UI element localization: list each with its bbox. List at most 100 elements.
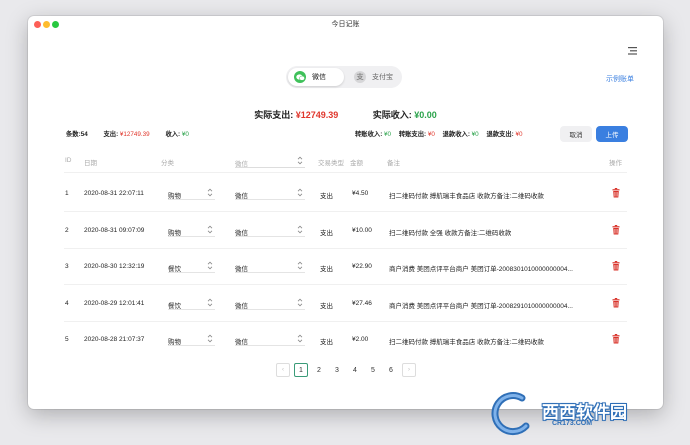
actual-income: 实际收入: ¥0.00: [372, 110, 437, 120]
header-category: 分类: [161, 160, 174, 167]
delete-icon[interactable]: [612, 334, 620, 344]
row-note: 扫二维码付款 搏航瑞丰食品店 收款方备注:二维码收款: [389, 339, 544, 346]
stat-transfer-in: 转账收入: ¥0: [355, 131, 392, 138]
account-filter-select[interactable]: 微信: [235, 154, 305, 168]
row-category: 餐饮: [168, 266, 181, 273]
row-id: 1: [65, 190, 69, 197]
row-id: 4: [65, 299, 69, 307]
actual-expense: 实际支出: ¥12749.39: [254, 110, 339, 120]
row-amount: ¥22.90: [352, 263, 372, 270]
row-category-select[interactable]: 购物: [168, 186, 215, 200]
window-title: 今日记账: [331, 21, 360, 28]
row-id: 5: [65, 336, 69, 343]
tab-wechat[interactable]: 微信: [288, 68, 344, 86]
row-divider: [64, 247, 627, 249]
stat-refund-out: 退款支出: ¥0: [486, 131, 523, 138]
row-amount: ¥4.50: [352, 190, 369, 197]
row-date: 2020-08-31 09:07:09: [84, 226, 145, 234]
row-date: 2020-08-28 21:07:37: [84, 336, 145, 343]
chevron-updown-icon: [297, 188, 303, 199]
row-account-select[interactable]: 微信: [235, 259, 305, 273]
row-account-select[interactable]: 微信: [235, 296, 305, 310]
page-6-button[interactable]: 6: [384, 363, 398, 377]
stat-income: 收入: ¥0: [165, 131, 189, 138]
header-divider: [64, 172, 627, 173]
summary-totals: 实际支出: ¥12749.39 实际收入: ¥0.00: [28, 108, 663, 121]
header-note: 备注: [387, 160, 400, 167]
table-row: 5 2020-08-28 21:07:37 购物 微信 支出 ¥2.00 扫二维码付款 搏航…: [28, 330, 663, 348]
row-account: 微信: [235, 266, 248, 273]
chevron-updown-icon: [207, 188, 213, 199]
row-account-select[interactable]: 微信: [235, 332, 305, 346]
row-category-select[interactable]: 购物: [168, 223, 215, 237]
tab-alipay[interactable]: 支 支付宝: [348, 68, 400, 86]
chevron-updown-icon: [297, 156, 303, 167]
row-type: 支出: [320, 229, 333, 237]
prev-page-button[interactable]: ‹: [276, 363, 290, 377]
watermark-sub: CR173.COM: [552, 420, 593, 427]
next-page-button[interactable]: ›: [402, 363, 416, 377]
row-type: 支出: [320, 266, 333, 273]
row-account-select[interactable]: 微信: [235, 186, 305, 200]
row-account: 微信: [235, 193, 248, 200]
stat-expense: 支出: ¥12749.39: [103, 131, 150, 138]
row-account: 微信: [235, 339, 248, 346]
table-header: ID 日期 分类 微信 交易类型 金额 备注 操作: [28, 154, 663, 168]
row-category-select[interactable]: 餐饮: [168, 259, 215, 273]
row-type: 支出: [320, 302, 333, 310]
row-id: 2: [65, 226, 69, 234]
delete-icon[interactable]: [612, 261, 620, 271]
menu-icon[interactable]: [628, 47, 637, 55]
row-category: 餐饮: [168, 302, 181, 310]
row-category: 购物: [168, 229, 181, 237]
table-row: 3 2020-08-30 12:32:19 餐饮 微信 支出 ¥22.90 商户消费 美团点…: [28, 257, 663, 275]
delete-icon[interactable]: [612, 188, 620, 198]
row-amount: ¥2.00: [352, 336, 369, 343]
stat-transfer-out: 转账支出: ¥0: [398, 131, 435, 138]
header-action: 操作: [609, 160, 622, 167]
table-row: 2 2020-08-31 09:07:09 购物 微信 支出 ¥10.00 扫二维码付款 全…: [28, 221, 663, 239]
watermark-c-icon: [491, 392, 530, 436]
header-date: 日期: [84, 160, 97, 167]
table-row: 4 2020-08-29 12:01:41 餐饮 微信 支出 ¥27.46 商户消费 美团点…: [28, 294, 663, 312]
delete-icon[interactable]: [612, 224, 620, 235]
row-divider: [64, 211, 627, 212]
chevron-updown-icon: [297, 225, 303, 236]
row-note: 扫二维码付款 全强 收款方备注:二维码收款: [389, 229, 512, 237]
header-id: ID: [65, 157, 72, 164]
row-note: 商户消费 美团点评平台商户 美团订单-2008301010000000004..…: [389, 266, 573, 273]
row-id: 3: [65, 263, 69, 270]
tab-alipay-label: 支付宝: [372, 74, 393, 81]
page-5-button[interactable]: 5: [366, 363, 380, 377]
page-4-button[interactable]: 4: [348, 363, 362, 377]
header-amount: 金额: [350, 160, 363, 167]
page-3-button[interactable]: 3: [330, 363, 344, 377]
row-note: 扫二维码付款 搏航瑞丰食品店 收款方备注:二维码收款: [389, 193, 544, 200]
chevron-updown-icon: [297, 261, 303, 272]
row-amount: ¥10.00: [352, 226, 372, 234]
page-1-button[interactable]: 1: [294, 363, 308, 377]
stat-refund-in: 退款收入: ¥0: [442, 131, 479, 138]
row-category-select[interactable]: 餐饮: [168, 296, 215, 310]
stats-right: 转账收入: ¥0 转账支出: ¥0 退款收入: ¥0 退款支出: ¥0: [355, 129, 529, 138]
chevron-updown-icon: [297, 334, 303, 345]
chevron-updown-icon: [207, 225, 213, 236]
table-row: 1 2020-08-31 22:07:11 购物 微信 支出 ¥4.50 扫二维码付款 搏航…: [28, 184, 663, 202]
wechat-icon: [294, 71, 306, 83]
sample-bill-link[interactable]: 示例账单: [606, 74, 634, 84]
row-account: 微信: [235, 302, 248, 310]
row-account: 微信: [235, 229, 248, 237]
row-category-select[interactable]: 购物: [168, 332, 215, 346]
row-date: 2020-08-31 22:07:11: [84, 190, 144, 197]
row-account-select[interactable]: 微信: [235, 223, 305, 237]
cancel-button[interactable]: 取消: [560, 126, 592, 142]
row-date: 2020-08-30 12:32:19: [84, 263, 145, 270]
upload-button[interactable]: 上传: [596, 126, 628, 142]
page-2-button[interactable]: 2: [312, 363, 326, 377]
delete-icon[interactable]: [612, 297, 620, 308]
row-divider: [64, 320, 627, 322]
tab-wechat-label: 微信: [312, 74, 326, 81]
row-date: 2020-08-29 12:01:41: [84, 299, 145, 307]
watermark-logo: 西西软件园 CR173.COM: [482, 388, 687, 438]
stat-count: 条数:54: [66, 131, 88, 138]
